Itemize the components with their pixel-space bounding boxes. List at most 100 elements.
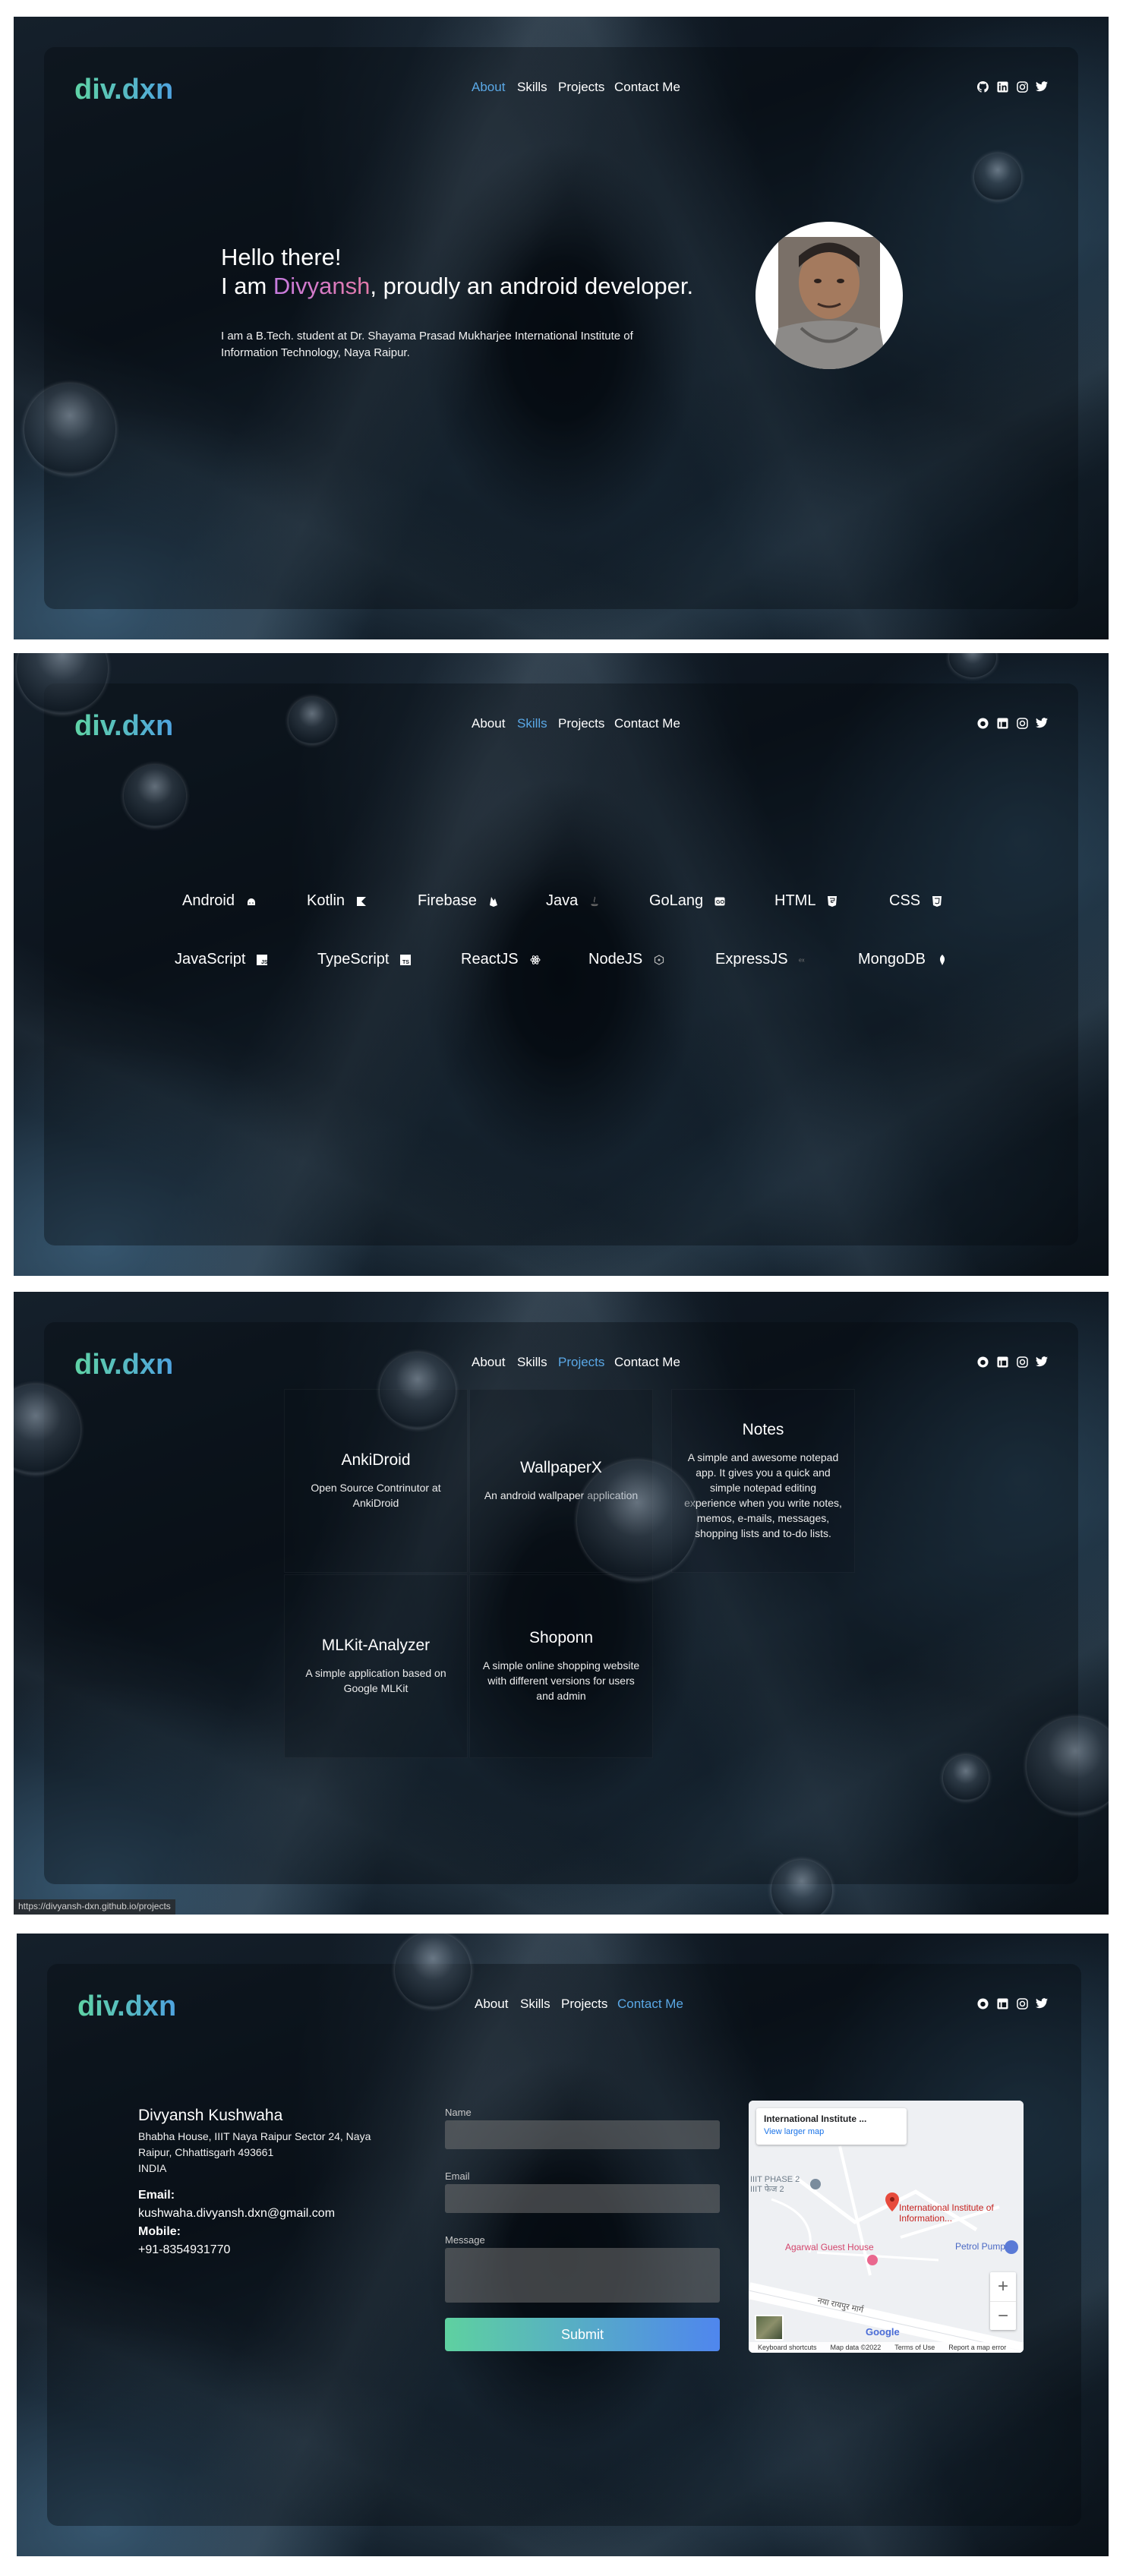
hero-tagline: I am Divyansh, proudly an android develo… — [221, 272, 693, 301]
nav-contact[interactable]: Contact Me — [617, 1997, 683, 2012]
email-value[interactable]: kushwaha.divyansh.dxn@gmail.com — [138, 2207, 335, 2221]
tagline-suffix: , proudly an android developer. — [370, 273, 694, 299]
address-country: INDIA — [138, 2162, 167, 2174]
project-card-shoponn[interactable]: Shoponn A simple online shopping website… — [469, 1574, 653, 1758]
tagline-prefix: I am — [221, 273, 273, 299]
nodejs-icon — [653, 954, 665, 966]
instagram-icon[interactable] — [1016, 1356, 1028, 1368]
skill-label: JavaScript — [175, 951, 246, 968]
phase-label-hi: IIIT फेज 2 — [750, 2185, 784, 2194]
phase-label-en: IIIT PHASE 2 — [750, 2175, 800, 2184]
map-larger-link[interactable]: View larger map — [764, 2127, 899, 2136]
skill-label: ReactJS — [461, 951, 519, 968]
email-field-label: Email — [445, 2170, 470, 2182]
map-guest-house-label: Agarwal Guest House — [785, 2242, 874, 2252]
report-error-link[interactable]: Report a map error — [948, 2344, 1006, 2351]
nav-about[interactable]: About — [472, 1355, 505, 1370]
html-icon — [826, 895, 838, 908]
skill-expressjs: ExpressJS ex — [715, 951, 811, 968]
zoom-out-button[interactable]: − — [990, 2301, 1016, 2330]
skill-label: HTML — [774, 892, 816, 909]
nav-contact[interactable]: Contact Me — [614, 1355, 680, 1370]
about-section: div.dxn About Skills Projects Contact Me… — [14, 17, 1109, 639]
project-card-mlkit-analyzer[interactable]: MLKit-Analyzer A simple application base… — [284, 1574, 468, 1758]
google-logo: Google — [866, 2326, 900, 2338]
instagram-icon[interactable] — [1016, 1997, 1028, 2009]
nav-skills[interactable]: Skills — [517, 80, 547, 95]
skill-label: Firebase — [418, 892, 477, 909]
skill-label: Java — [546, 892, 579, 909]
project-title: Notes — [742, 1421, 784, 1438]
java-icon — [588, 895, 601, 908]
linkedin-icon[interactable] — [996, 1356, 1008, 1368]
contact-address: Bhabha House, IIIT Naya Raipur Sector 24… — [138, 2129, 389, 2177]
linkedin-icon[interactable] — [996, 717, 1008, 729]
nav-about[interactable]: About — [475, 1997, 508, 2012]
social-links — [976, 1356, 1048, 1368]
top-nav: About Skills Projects Contact Me — [14, 716, 1109, 739]
instagram-icon[interactable] — [1016, 80, 1028, 93]
nav-about[interactable]: About — [472, 80, 505, 95]
css-icon — [931, 895, 943, 908]
svg-text:JS: JS — [261, 960, 267, 965]
email-field[interactable] — [445, 2184, 720, 2213]
mobile-value[interactable]: +91-8354931770 — [138, 2243, 230, 2257]
github-icon[interactable] — [976, 717, 989, 729]
name-field[interactable] — [445, 2120, 720, 2149]
github-icon[interactable] — [976, 1356, 989, 1368]
decorative-bubble — [771, 1860, 832, 1915]
project-card-notes[interactable]: Notes A simple and awesome notepad app. … — [671, 1389, 855, 1573]
svg-text:TS: TS — [402, 960, 409, 965]
top-nav: About Skills Projects Contact Me — [14, 1355, 1109, 1378]
github-icon[interactable] — [976, 1997, 989, 2009]
javascript-icon: JS — [256, 954, 268, 966]
typescript-icon: TS — [399, 954, 412, 966]
top-nav: About Skills Projects Contact Me — [17, 1997, 1109, 2019]
map-footer: Keyboard shortcuts Map data ©2022 Terms … — [749, 2342, 1024, 2353]
nav-projects[interactable]: Projects — [558, 80, 604, 95]
map-info-card: International Institute ... View larger … — [756, 2108, 907, 2145]
map-place-title: International Institute ... — [764, 2114, 867, 2124]
terms-link[interactable]: Terms of Use — [894, 2344, 935, 2351]
email-label: Email: — [138, 2189, 175, 2202]
decorative-bubble — [577, 1460, 697, 1580]
nav-skills[interactable]: Skills — [517, 1355, 547, 1370]
nav-projects[interactable]: Projects — [561, 1997, 607, 2012]
nav-skills[interactable]: Skills — [517, 716, 547, 731]
twitter-icon[interactable] — [1036, 1356, 1048, 1368]
twitter-icon[interactable] — [1036, 80, 1048, 93]
map-phase-label: IIIT PHASE 2 IIIT फेज 2 — [750, 2175, 800, 2195]
message-field[interactable] — [445, 2248, 720, 2303]
hero-greeting: Hello there! — [221, 244, 342, 270]
zoom-in-button[interactable]: + — [990, 2272, 1016, 2301]
instagram-icon[interactable] — [1016, 717, 1028, 729]
google-map[interactable]: International Institute ... View larger … — [749, 2101, 1024, 2353]
twitter-icon[interactable] — [1036, 717, 1048, 729]
nav-skills[interactable]: Skills — [520, 1997, 550, 2012]
skill-android: Android — [182, 892, 257, 910]
twitter-icon[interactable] — [1036, 1997, 1048, 2009]
skills-section: div.dxn About Skills Projects Contact Me… — [14, 653, 1109, 1276]
nav-contact[interactable]: Contact Me — [614, 80, 680, 95]
react-icon — [529, 954, 541, 966]
decorative-bubble — [380, 1353, 456, 1428]
nav-about[interactable]: About — [472, 716, 505, 731]
submit-button[interactable]: Submit — [445, 2318, 720, 2351]
linkedin-icon[interactable] — [996, 80, 1008, 93]
skill-golang: GoLang GO — [649, 892, 726, 910]
github-icon[interactable] — [976, 80, 989, 93]
nav-contact[interactable]: Contact Me — [614, 716, 680, 731]
keyboard-shortcuts-link[interactable]: Keyboard shortcuts — [758, 2344, 817, 2351]
mobile-label: Mobile: — [138, 2225, 181, 2238]
map-petrol-pump-label: Petrol Pump — [955, 2241, 1006, 2252]
map-data-text: Map data ©2022 — [830, 2344, 882, 2351]
linkedin-icon[interactable] — [996, 1997, 1008, 2009]
skill-typescript: TypeScript TS — [317, 951, 412, 968]
skill-html: HTML — [774, 892, 838, 910]
nav-projects[interactable]: Projects — [558, 716, 604, 731]
svg-text:GO: GO — [716, 900, 724, 905]
express-icon: ex — [799, 954, 811, 966]
social-links — [976, 1997, 1048, 2009]
map-satellite-thumb[interactable] — [755, 2315, 784, 2341]
nav-projects[interactable]: Projects — [558, 1355, 604, 1370]
